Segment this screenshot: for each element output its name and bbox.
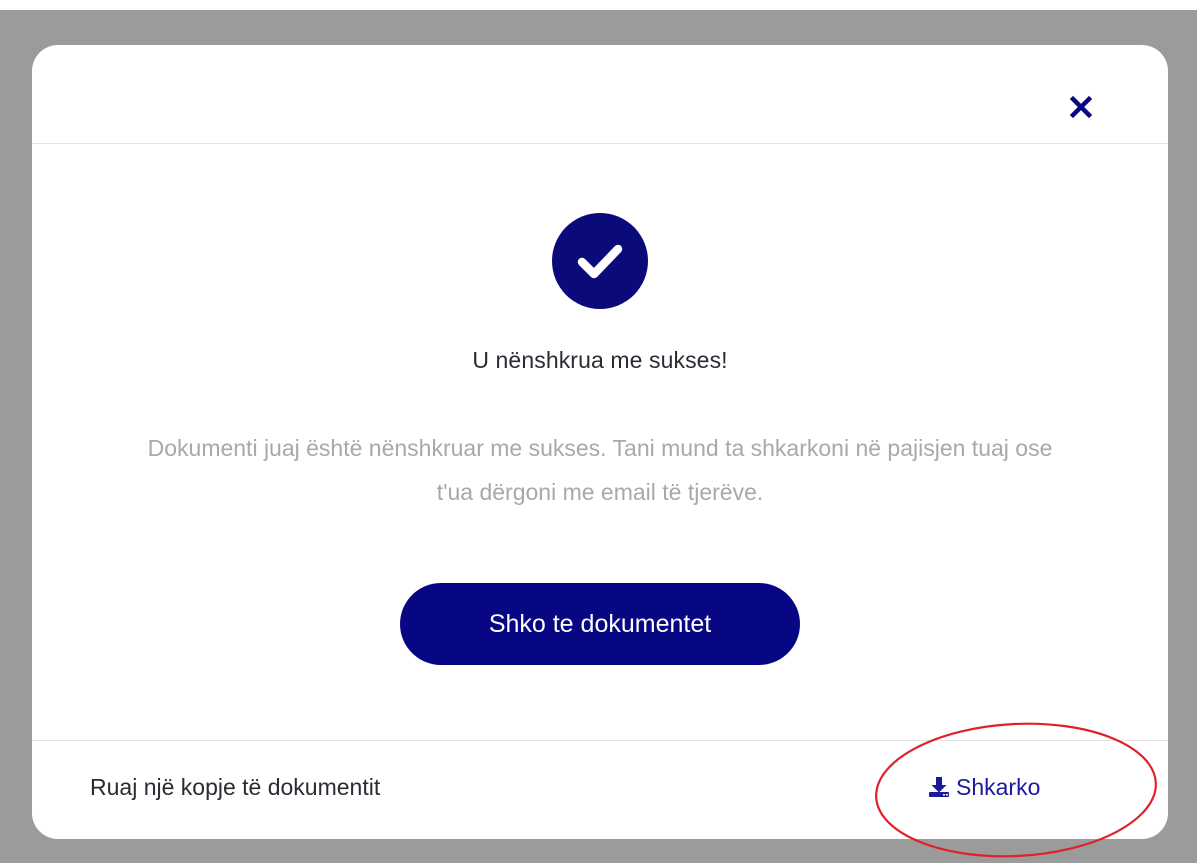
success-dialog: U nënshkrua me sukses! Dokumenti juaj ës… bbox=[32, 45, 1168, 839]
dialog-body: U nënshkrua me sukses! Dokumenti juaj ës… bbox=[32, 144, 1168, 740]
page-top-strip bbox=[0, 0, 1197, 10]
save-copy-label: Ruaj një kopje të dokumentit bbox=[90, 774, 381, 800]
dialog-header bbox=[32, 45, 1168, 144]
close-icon bbox=[1069, 95, 1093, 119]
download-label: Shkarko bbox=[956, 773, 1041, 800]
go-to-documents-button[interactable]: Shko te dokumentet bbox=[400, 583, 800, 665]
close-button[interactable] bbox=[1068, 94, 1094, 120]
download-link[interactable]: Shkarko bbox=[928, 772, 1040, 802]
dialog-message: Dokumenti juaj është nënshkruar me sukse… bbox=[147, 435, 1053, 505]
download-icon bbox=[929, 777, 949, 797]
dialog-title: U nënshkrua me sukses! bbox=[472, 347, 728, 373]
dialog-footer: Ruaj një kopje të dokumentit Shkarko bbox=[32, 740, 1168, 839]
check-circle-icon bbox=[552, 213, 648, 309]
